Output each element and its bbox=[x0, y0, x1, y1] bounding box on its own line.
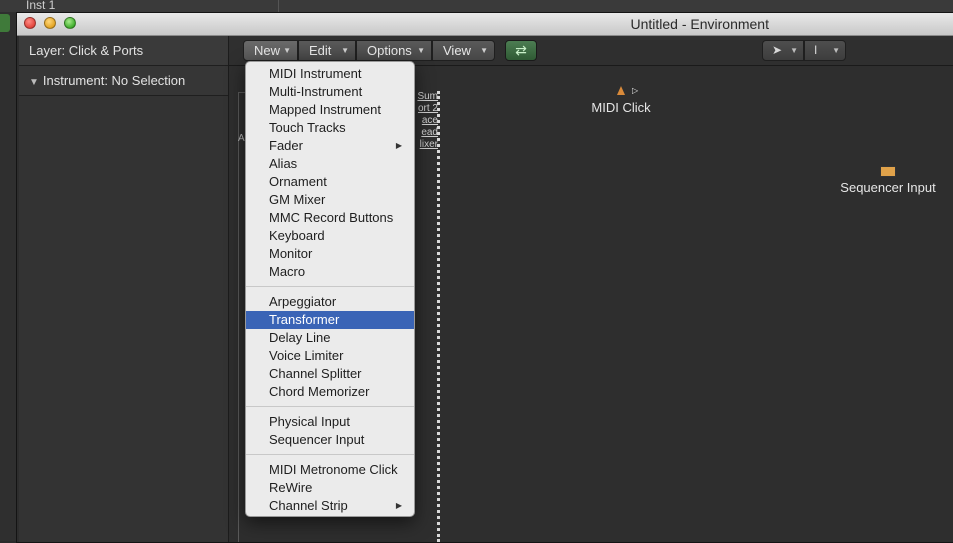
window-title: Untitled - Environment bbox=[630, 16, 769, 32]
chevron-down-icon: ▼ bbox=[283, 46, 291, 55]
disclosure-triangle-icon[interactable]: ▼ bbox=[29, 68, 39, 97]
midi-click-label: MIDI Click bbox=[591, 100, 651, 115]
menu-item-midi-metronome-click[interactable]: MIDI Metronome Click bbox=[246, 461, 414, 479]
menu-item-mmc-record-buttons[interactable]: MMC Record Buttons bbox=[246, 209, 414, 227]
menu-item-channel-splitter[interactable]: Channel Splitter bbox=[246, 365, 414, 383]
pointer-tool-button[interactable]: ➤ ▼ bbox=[762, 40, 804, 61]
chevron-down-icon: ▼ bbox=[417, 46, 425, 55]
edit-menu-label: Edit bbox=[309, 43, 332, 58]
menu-item-alias[interactable]: Alias bbox=[246, 155, 414, 173]
menu-item-touch-tracks[interactable]: Touch Tracks bbox=[246, 119, 414, 137]
midi-click-object[interactable]: ▷ MIDI Click bbox=[586, 86, 656, 115]
layer-selector[interactable]: Layer: Click & Ports bbox=[19, 36, 228, 66]
submenu-arrow-icon: ▶ bbox=[395, 501, 402, 510]
environment-window: Untitled - Environment Layer: Click & Po… bbox=[16, 12, 953, 543]
new-menu-button[interactable]: New ▼ bbox=[243, 40, 298, 61]
pointer-icon: ➤ bbox=[772, 43, 783, 57]
menu-item-label: Fader bbox=[269, 138, 303, 153]
text-cursor-icon: I bbox=[814, 43, 818, 57]
menu-item-mapped-instrument[interactable]: Mapped Instrument bbox=[246, 101, 414, 119]
background-track-label: Inst 1 bbox=[26, 0, 56, 12]
new-menu-label: New bbox=[254, 43, 281, 58]
menu-item-delay-line[interactable]: Delay Line bbox=[246, 329, 414, 347]
sequencer-input-label: Sequencer Input bbox=[840, 180, 936, 195]
menu-item-multi-instrument[interactable]: Multi-Instrument bbox=[246, 83, 414, 101]
metronome-icon bbox=[617, 86, 625, 95]
chevron-down-icon: ▼ bbox=[790, 46, 798, 55]
menu-item-label: Channel Strip bbox=[269, 498, 348, 513]
object-frame bbox=[238, 92, 239, 542]
menu-item-physical-input[interactable]: Physical Input bbox=[246, 413, 414, 431]
options-menu-label: Options bbox=[367, 43, 412, 58]
submenu-arrow-icon: ▶ bbox=[395, 141, 402, 150]
view-menu-button[interactable]: View ▼ bbox=[432, 40, 495, 61]
instrument-disclosure[interactable]: ▼ Instrument: No Selection bbox=[19, 66, 228, 96]
menu-item-monitor[interactable]: Monitor bbox=[246, 245, 414, 263]
region-marker bbox=[0, 14, 10, 32]
sequencer-input-object[interactable]: Sequencer Input bbox=[833, 166, 943, 195]
inspector-panel: Layer: Click & Ports ▼ Instrument: No Sel… bbox=[19, 36, 229, 542]
menu-item-keyboard[interactable]: Keyboard bbox=[246, 227, 414, 245]
chevron-down-icon: ▼ bbox=[341, 46, 349, 55]
title-bar[interactable]: Untitled - Environment bbox=[17, 13, 953, 36]
menu-item-channel-strip[interactable]: Channel Strip ▶ bbox=[246, 497, 414, 515]
menu-item-rewire[interactable]: ReWire bbox=[246, 479, 414, 497]
background-left-panel bbox=[0, 12, 16, 541]
new-dropdown-menu: MIDI Instrument Multi-Instrument Mapped … bbox=[245, 61, 415, 517]
menu-item-sequencer-input[interactable]: Sequencer Input bbox=[246, 431, 414, 449]
menu-separator bbox=[246, 406, 414, 407]
menu-item-chord-memorizer[interactable]: Chord Memorizer bbox=[246, 383, 414, 401]
menu-item-gm-mixer[interactable]: GM Mixer bbox=[246, 191, 414, 209]
sequencer-input-icon bbox=[880, 166, 896, 177]
menu-separator bbox=[246, 454, 414, 455]
menu-item-ornament[interactable]: Ornament bbox=[246, 173, 414, 191]
menu-item-arpeggiator[interactable]: Arpeggiator bbox=[246, 293, 414, 311]
menu-separator bbox=[246, 286, 414, 287]
output-port-icon[interactable]: ▷ bbox=[632, 86, 638, 95]
view-menu-label: View bbox=[443, 43, 471, 58]
menu-item-transformer[interactable]: Transformer bbox=[246, 311, 414, 329]
background-divider bbox=[278, 0, 279, 12]
edit-menu-button[interactable]: Edit ▼ bbox=[298, 40, 356, 61]
chevron-down-icon: ▼ bbox=[832, 46, 840, 55]
link-icon[interactable]: ⇄ bbox=[505, 40, 537, 61]
chevron-down-icon: ▼ bbox=[480, 46, 488, 55]
menu-item-macro[interactable]: Macro bbox=[246, 263, 414, 281]
menu-item-voice-limiter[interactable]: Voice Limiter bbox=[246, 347, 414, 365]
menu-item-fader[interactable]: Fader ▶ bbox=[246, 137, 414, 155]
menu-item-midi-instrument[interactable]: MIDI Instrument bbox=[246, 65, 414, 83]
text-tool-button[interactable]: I ▼ bbox=[804, 40, 846, 61]
object-label-fragment: A bbox=[238, 133, 245, 144]
instrument-label: Instrument: No Selection bbox=[42, 73, 186, 88]
options-menu-button[interactable]: Options ▼ bbox=[356, 40, 432, 61]
